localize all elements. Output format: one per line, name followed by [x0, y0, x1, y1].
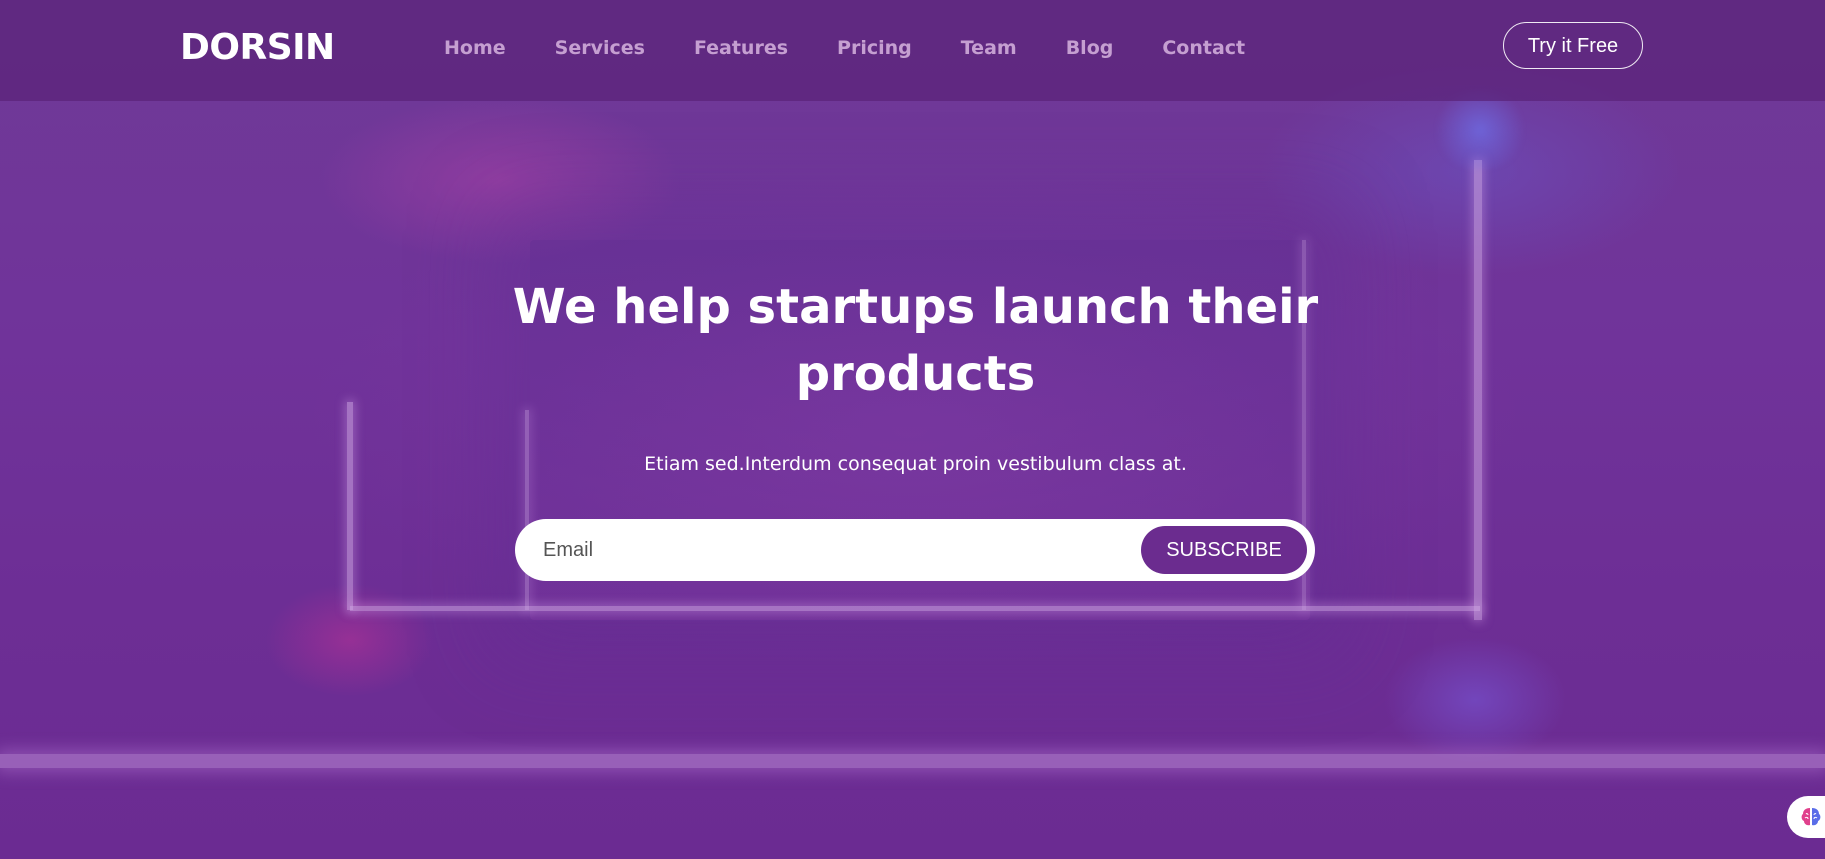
brain-icon: [1801, 808, 1821, 826]
hero-title: We help startups launch their products: [512, 279, 1319, 402]
nav-link-contact[interactable]: Contact: [1162, 34, 1245, 62]
floating-assistant-widget[interactable]: [1787, 796, 1825, 838]
hero-subtitle: Etiam sed.Interdum consequat proin vesti…: [644, 453, 1187, 475]
hero-section: We help startups launch their products E…: [0, 101, 1825, 859]
nav-link-team[interactable]: Team: [961, 34, 1017, 62]
try-free-button[interactable]: Try it Free: [1503, 22, 1643, 69]
brand-logo[interactable]: DORSIN: [180, 24, 335, 72]
nav-link-pricing[interactable]: Pricing: [837, 34, 912, 62]
nav-link-blog[interactable]: Blog: [1066, 34, 1114, 62]
nav-link-services[interactable]: Services: [555, 34, 645, 62]
nav-link-home[interactable]: Home: [444, 34, 506, 62]
subscribe-form: SUBSCRIBE: [515, 519, 1315, 581]
email-input[interactable]: [543, 529, 1103, 571]
subscribe-button[interactable]: SUBSCRIBE: [1141, 526, 1307, 574]
top-navbar: DORSIN Home Services Features Pricing Te…: [0, 0, 1825, 101]
nav-link-features[interactable]: Features: [694, 34, 788, 62]
